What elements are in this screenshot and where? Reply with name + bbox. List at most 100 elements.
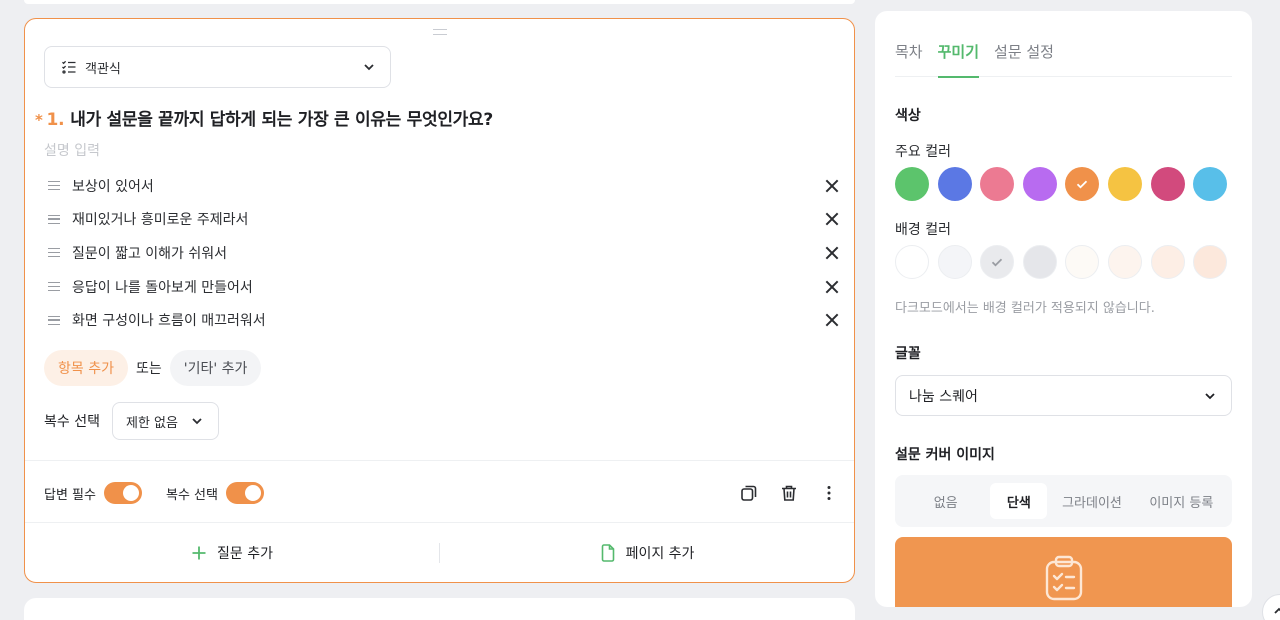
drag-handle-icon[interactable] [48,282,60,292]
trash-icon[interactable] [779,483,799,503]
cover-option-none[interactable]: 없음 [901,483,990,519]
option-text[interactable]: 재미있거나 흥미로운 주제라서 [72,209,825,229]
required-toggle-label: 답변 필수 [44,487,96,503]
bg-swatch-light-gray[interactable] [937,245,972,279]
primary-swatch-sky[interactable] [1193,167,1228,201]
add-page-label: 페이지 추가 [625,546,695,562]
close-icon[interactable] [825,179,839,193]
check-icon [992,258,1003,267]
option-text[interactable]: 화면 구성이나 흐름이 매끄러워서 [72,310,825,330]
cover-option-gradient[interactable]: 그라데이션 [1047,483,1136,519]
drag-handle-icon[interactable] [48,181,60,191]
required-toggle-group: 답변 필수 [44,482,142,504]
drag-handle-icon[interactable] [48,214,60,224]
multi-toggle-group: 복수 선택 [166,482,264,504]
page-icon [601,544,614,562]
option-text[interactable]: 응답이 나를 돌아보게 만들어서 [72,277,825,297]
or-label: 또는 [135,361,162,377]
primary-color-label: 주요 컬러 [895,144,951,160]
tab-survey-settings[interactable]: 설문 설정 [994,41,1054,77]
tab-design[interactable]: 꾸미기 [937,41,980,78]
cover-option-image[interactable]: 이미지 등록 [1137,483,1226,519]
required-mark: * [35,111,43,129]
primary-swatch-orange[interactable] [1065,167,1100,201]
chevron-down-icon [1205,392,1215,399]
option-item: 질문이 짧고 이해가 쉬워서 [44,236,839,270]
question-footer: 답변 필수 복수 선택 [44,480,839,506]
add-other-button[interactable]: '기타' 추가 [169,350,262,386]
add-page-button[interactable]: 페이지 추가 [440,543,854,563]
bg-swatch-ivory[interactable] [1065,245,1100,279]
check-icon [1077,180,1088,189]
previous-card-edge [24,0,855,4]
scroll-top-button[interactable] [1262,594,1280,620]
option-item: 보상이 있어서 [44,169,839,203]
bg-swatch-cream[interactable] [1107,245,1142,279]
primary-swatch-magenta[interactable] [1150,167,1185,201]
question-type-select[interactable]: 객관식 [44,46,391,88]
cover-type-segmented: 없음 단색 그라데이션 이미지 등록 [895,475,1232,527]
more-vertical-icon[interactable] [819,483,839,503]
question-type-label: 객관식 [85,61,121,77]
add-option-row: 항목 추가 또는 '기타' 추가 [44,350,262,386]
color-section-title: 색상 [895,108,921,124]
clipboard-icon [1045,555,1082,601]
plus-icon [192,546,206,560]
primary-swatch-pink[interactable] [980,167,1015,201]
bg-swatch-gray[interactable] [980,245,1015,279]
close-icon[interactable] [825,280,839,294]
design-panel: 목차 꾸미기 설문 설정 색상 주요 컬러 배경 컬러 다크모드에서는 배경 컬… [875,11,1252,607]
multi-toggle-label: 복수 선택 [165,487,218,503]
card-drag-handle-icon[interactable] [433,29,447,35]
tab-contents[interactable]: 목차 [895,41,923,77]
multi-select-limit-value: 제한 없음 [125,415,178,431]
description-input[interactable]: 설명 입력 [44,140,100,160]
question-number: 1. [46,110,65,130]
dark-mode-note: 다크모드에서는 배경 컬러가 적용되지 않습니다. [895,301,1155,316]
multi-select-limit-select[interactable]: 제한 없음 [111,402,219,440]
add-question-label: 질문 추가 [217,546,273,562]
option-item: 재미있거나 흥미로운 주제라서 [44,203,839,237]
chevron-up-icon [1274,607,1280,614]
primary-swatch-blue[interactable] [937,167,972,201]
option-item: 화면 구성이나 흐름이 매끄러워서 [44,303,839,337]
bg-color-swatches [895,245,1236,279]
required-toggle[interactable] [103,482,142,504]
cover-option-solid[interactable]: 단색 [990,483,1048,519]
copy-icon[interactable] [739,483,759,503]
chevron-down-icon [364,64,374,71]
primary-color-swatches [895,167,1236,201]
next-card-edge [24,598,855,620]
multi-select-label: 복수 선택 [44,414,100,430]
add-question-button[interactable]: 질문 추가 [25,543,439,563]
bg-swatch-apricot[interactable] [1193,245,1228,279]
cover-preview [895,537,1232,607]
option-list: 보상이 있어서 재미있거나 흥미로운 주제라서 질문이 짧고 이해가 쉬워서 응… [44,169,839,337]
bg-swatch-dark-gray[interactable] [1022,245,1057,279]
font-select[interactable]: 나눔 스퀘어 [895,375,1232,416]
add-option-button[interactable]: 항목 추가 [44,350,128,386]
question-title-row: * 1. 내가 설문을 끝까지 답하게 되는 가장 큰 이유는 무엇인가요? [35,105,493,130]
primary-swatch-green[interactable] [895,167,929,201]
close-icon[interactable] [825,212,839,226]
option-text[interactable]: 보상이 있어서 [72,176,825,196]
drag-handle-icon[interactable] [48,248,60,258]
question-card: 객관식 * 1. 내가 설문을 끝까지 답하게 되는 가장 큰 이유는 무엇인가… [24,18,855,583]
chevron-down-icon [192,418,202,425]
drag-handle-icon[interactable] [48,315,60,325]
multi-toggle[interactable] [225,482,264,504]
bg-swatch-peach[interactable] [1150,245,1185,279]
bg-color-label: 배경 컬러 [895,222,951,238]
font-section-title: 글꼴 [895,346,921,362]
question-title[interactable]: 내가 설문을 끝까지 답하게 되는 가장 큰 이유는 무엇인가요? [70,105,493,130]
close-icon[interactable] [825,246,839,260]
bg-swatch-white[interactable] [895,245,929,279]
checklist-icon [62,60,76,74]
cover-section-title: 설문 커버 이미지 [895,447,995,463]
close-icon[interactable] [825,313,839,327]
primary-swatch-yellow[interactable] [1107,167,1142,201]
font-select-value: 나눔 스퀘어 [909,388,978,405]
primary-swatch-purple[interactable] [1022,167,1057,201]
option-text[interactable]: 질문이 짧고 이해가 쉬워서 [72,243,825,263]
option-item: 응답이 나를 돌아보게 만들어서 [44,270,839,304]
